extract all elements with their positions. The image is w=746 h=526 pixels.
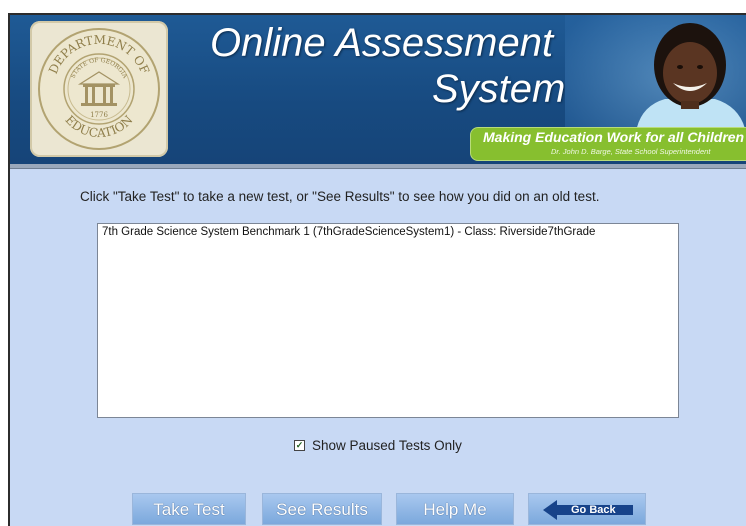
tagline-band: Making Education Work for all Children D… <box>470 127 746 161</box>
take-test-button[interactable]: Take Test <box>132 493 246 525</box>
department-seal: DEPARTMENT OF EDUCATION STATE OF GEORGIA… <box>30 21 168 157</box>
header-divider <box>10 164 746 169</box>
show-paused-label: Show Paused Tests Only <box>312 438 462 453</box>
go-back-button[interactable]: Go Back <box>528 493 646 525</box>
instruction-text: Click "Take Test" to take a new test, or… <box>80 189 600 204</box>
seal-year: 1776 <box>90 111 108 119</box>
app-title-line1: Online Assessment <box>210 21 554 65</box>
app-frame: DEPARTMENT OF EDUCATION STATE OF GEORGIA… <box>8 13 746 526</box>
show-paused-checkbox[interactable]: ✓ <box>294 440 305 451</box>
student-photo <box>565 15 746 140</box>
seal-icon: DEPARTMENT OF EDUCATION STATE OF GEORGIA… <box>38 28 160 150</box>
tagline: Making Education Work for all Children <box>483 129 745 145</box>
see-results-button[interactable]: See Results <box>262 493 382 525</box>
show-paused-toggle[interactable]: ✓ Show Paused Tests Only <box>294 438 462 453</box>
test-list-item[interactable]: 7th Grade Science System Benchmark 1 (7t… <box>102 226 595 238</box>
help-me-button[interactable]: Help Me <box>396 493 514 525</box>
go-back-label: Go Back <box>571 504 616 516</box>
app-title-line2: System <box>432 67 566 111</box>
superintendent-credit: Dr. John D. Barge, State School Superint… <box>551 147 711 156</box>
test-list[interactable]: 7th Grade Science System Benchmark 1 (7t… <box>97 223 679 418</box>
header-banner: DEPARTMENT OF EDUCATION STATE OF GEORGIA… <box>10 15 746 164</box>
